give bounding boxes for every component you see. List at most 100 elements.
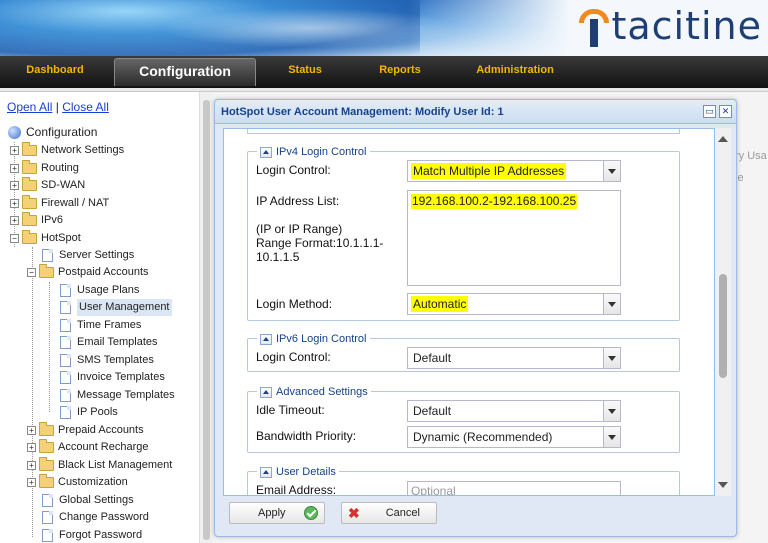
page-icon (42, 494, 53, 507)
collapse-icon[interactable] (260, 466, 272, 478)
email-address-input[interactable]: Optional (407, 481, 621, 495)
nav-dashboard[interactable]: Dashboard (0, 56, 110, 88)
close-icon[interactable]: ✕ (719, 105, 732, 118)
ipv6-login-control-label: Login Control: (256, 350, 331, 364)
scroll-up-icon[interactable] (718, 136, 728, 142)
tree-item-global-settings[interactable]: Global Settings (42, 492, 134, 509)
dialog-scroll-thumb[interactable] (719, 274, 727, 378)
idle-timeout-select[interactable]: Default (407, 400, 621, 422)
login-method-select[interactable]: Automatic (407, 293, 621, 315)
tree-item-label: Usage Plans (77, 284, 140, 296)
tree-item-hotspot[interactable]: − HotSpot (10, 230, 81, 247)
tree-item-ipv6[interactable]: + IPv6 (10, 212, 63, 229)
tree-item-sd-wan[interactable]: + SD-WAN (10, 177, 85, 194)
dialog-scrollbar[interactable] (715, 128, 731, 496)
expand-icon[interactable]: + (10, 164, 19, 173)
expand-icon[interactable]: + (27, 443, 36, 452)
tree-item-firewall-nat[interactable]: + Firewall / NAT (10, 195, 109, 212)
dialog-form-body: IPv4 Login Control Login Control: Match … (223, 128, 715, 496)
scroll-down-icon[interactable] (718, 482, 728, 488)
expand-icon[interactable]: + (27, 461, 36, 470)
tree-item-forgot-password[interactable]: Forgot Password (42, 527, 142, 543)
fieldset-cutoff (247, 129, 680, 134)
page-icon (60, 354, 71, 367)
tree-item-user-management[interactable]: User Management (60, 299, 172, 316)
tree-item-postpaid-accounts[interactable]: − Postpaid Accounts (27, 264, 149, 281)
tree-item-network-settings[interactable]: + Network Settings (10, 142, 124, 159)
sidebar: Open All | Close All Configuration + Net… (0, 92, 199, 543)
tree-item-sms-templates[interactable]: SMS Templates (60, 352, 154, 369)
collapse-icon[interactable] (260, 386, 272, 398)
brand-logo: tacitine (579, 0, 762, 52)
nav-administration[interactable]: Administration (452, 56, 578, 88)
main-nav: Dashboard Configuration Status Reports A… (0, 56, 768, 88)
ipv4-login-control-label: Login Control: (256, 163, 331, 177)
ipv6-login-control-value: Default (413, 351, 452, 365)
ipv4-login-control-select[interactable]: Match Multiple IP Addresses (407, 160, 621, 182)
user-details-legend-label: User Details (276, 466, 336, 478)
tree-item-label: Network Settings (41, 144, 125, 156)
expand-icon[interactable]: + (10, 181, 19, 190)
expand-icon[interactable]: + (10, 216, 19, 225)
collapse-icon[interactable] (260, 333, 272, 345)
bandwidth-priority-label: Bandwidth Priority: (256, 429, 357, 443)
folder-icon (22, 160, 37, 174)
collapse-icon[interactable]: − (10, 234, 19, 243)
ip-address-list-value: 192.168.100.2-192.168.100.25 (411, 194, 578, 209)
tree-item-label: Time Frames (77, 319, 142, 331)
apply-button[interactable]: Apply (229, 502, 325, 524)
ip-address-list-textarea[interactable]: 192.168.100.2-192.168.100.25 (407, 190, 621, 286)
chevron-down-icon[interactable] (603, 427, 620, 447)
sidebar-scrollbar[interactable] (199, 92, 213, 543)
ipv6-login-control-select[interactable]: Default (407, 347, 621, 369)
tree-item-time-frames[interactable]: Time Frames (60, 317, 141, 334)
tree-item-label-selected: User Management (77, 299, 172, 316)
chevron-down-icon[interactable] (603, 161, 620, 181)
page-icon (60, 406, 71, 419)
chevron-down-icon[interactable] (603, 294, 620, 314)
idle-timeout-label: Idle Timeout: (256, 403, 325, 417)
bg-column-header: ry Usa (735, 150, 767, 162)
app-header: tacitine (0, 0, 768, 56)
tree-item-ip-pools[interactable]: IP Pools (60, 404, 118, 421)
page-icon (60, 301, 71, 314)
expand-icon[interactable]: + (10, 199, 19, 208)
tree-item-routing[interactable]: + Routing (10, 160, 79, 177)
nav-reports[interactable]: Reports (352, 56, 448, 88)
close-all-link[interactable]: Close All (62, 100, 109, 114)
expand-icon[interactable]: + (10, 146, 19, 155)
expand-icon[interactable]: + (27, 478, 36, 487)
tree-root[interactable]: Configuration (8, 124, 97, 141)
ipv6-legend-label: IPv6 Login Control (276, 333, 367, 345)
expand-icon[interactable]: + (27, 426, 36, 435)
tree-item-server-settings[interactable]: Server Settings (42, 247, 134, 264)
bandwidth-priority-value: Dynamic (Recommended) (413, 430, 553, 444)
tree-item-change-password[interactable]: Change Password (42, 509, 149, 526)
email-address-label: Email Address: (256, 483, 337, 496)
tree-item-label: IPv6 (41, 214, 64, 226)
tree-item-message-templates[interactable]: Message Templates (60, 387, 175, 404)
tree-item-usage-plans[interactable]: Usage Plans (60, 282, 139, 299)
tree-item-email-templates[interactable]: Email Templates (60, 334, 158, 351)
collapse-icon[interactable]: − (27, 268, 36, 277)
tree-item-customization[interactable]: + Customization (27, 474, 128, 491)
folder-icon (22, 212, 37, 226)
tree-item-account-recharge[interactable]: + Account Recharge (27, 439, 149, 456)
maximize-icon[interactable]: ▭ (703, 105, 716, 118)
tree-item-label: Routing (41, 162, 79, 174)
chevron-down-icon[interactable] (603, 401, 620, 421)
nav-configuration[interactable]: Configuration (114, 58, 256, 86)
cancel-button[interactable]: ✖ Cancel (341, 502, 437, 524)
nav-status[interactable]: Status (262, 56, 348, 88)
tree-item-label: Message Templates (77, 389, 175, 401)
logo-mark-icon (579, 5, 610, 47)
sidebar-scroll-thumb[interactable] (203, 100, 210, 540)
tree-item-black-list-management[interactable]: + Black List Management (27, 457, 172, 474)
chevron-down-icon[interactable] (603, 348, 620, 368)
collapse-icon[interactable] (260, 146, 272, 158)
bandwidth-priority-select[interactable]: Dynamic (Recommended) (407, 426, 621, 448)
open-all-link[interactable]: Open All (7, 100, 52, 114)
tree-item-label: Customization (58, 476, 128, 488)
tree-item-invoice-templates[interactable]: Invoice Templates (60, 369, 165, 386)
tree-item-prepaid-accounts[interactable]: + Prepaid Accounts (27, 422, 144, 439)
